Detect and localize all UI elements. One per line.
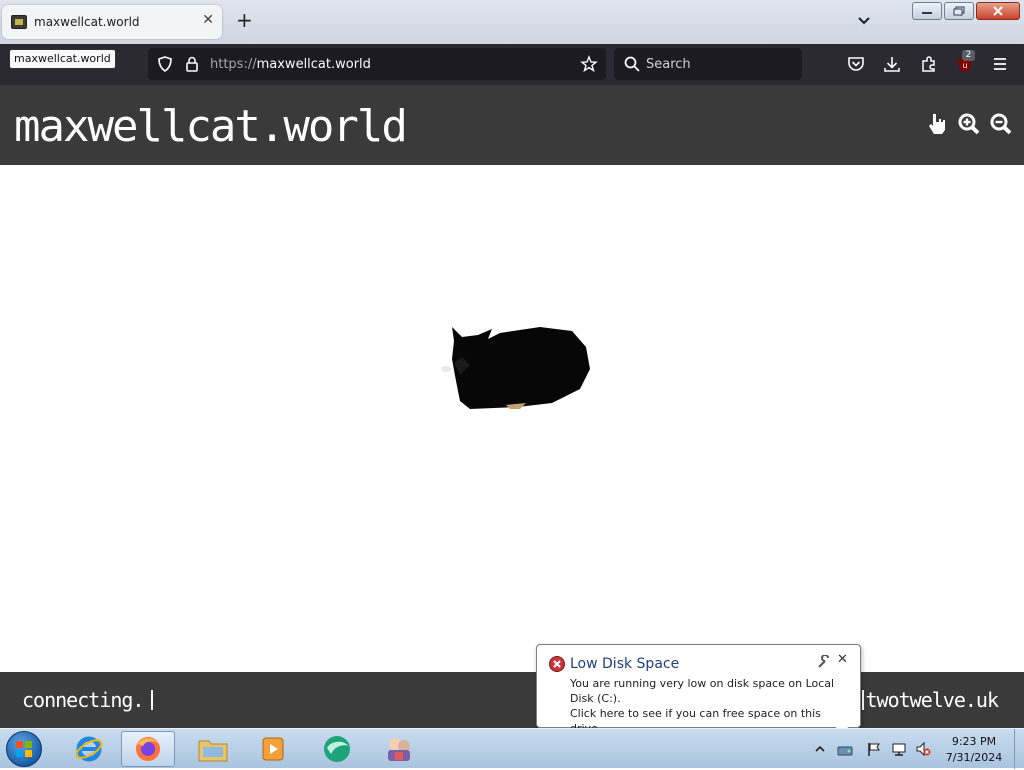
- notification-message[interactable]: You are running very low on disk space o…: [570, 676, 855, 736]
- maxwell-cat-model[interactable]: [440, 319, 592, 415]
- notification-title: Low Disk Space: [570, 656, 680, 672]
- media-player-icon: [262, 737, 284, 761]
- start-button[interactable]: [6, 731, 42, 767]
- lock-icon[interactable]: [183, 55, 201, 73]
- restore-button[interactable]: [944, 2, 974, 20]
- downloads-icon[interactable]: [883, 55, 901, 73]
- windows-logo-icon: [16, 741, 32, 757]
- site-title: maxwellcat.world: [14, 101, 408, 152]
- site-footer: connecting. twotwelve.uk: [0, 672, 1024, 728]
- search-icon: [624, 56, 640, 72]
- footer-separator: [862, 690, 864, 710]
- error-icon: [549, 656, 565, 672]
- show-desktop-button[interactable]: [1014, 729, 1024, 769]
- pocket-icon[interactable]: [847, 55, 865, 73]
- show-hidden-icons-icon[interactable]: [814, 743, 826, 755]
- menu-hamburger-icon[interactable]: [991, 55, 1009, 73]
- site-header: maxwellcat.world: [0, 85, 1024, 165]
- connection-status: connecting.: [22, 688, 144, 712]
- folder-icon: [198, 740, 228, 762]
- 3d-viewport[interactable]: [0, 165, 1024, 672]
- credit-link[interactable]: twotwelve.uk: [866, 688, 999, 712]
- url-bar[interactable]: https://maxwellcat.world: [148, 48, 606, 80]
- network-icon[interactable]: [891, 741, 907, 757]
- taskbar-file-explorer[interactable]: [186, 731, 240, 767]
- zoom-out-icon[interactable]: [989, 112, 1013, 136]
- internet-explorer-icon: [75, 736, 103, 762]
- site-favicon-icon: [11, 15, 27, 29]
- taskbar: 9:23 PM 7/31/2024: [0, 728, 1024, 769]
- clock-date: 7/31/2024: [945, 751, 1003, 764]
- browser-tab[interactable]: maxwellcat.world ✕: [2, 5, 222, 39]
- firefox-icon: [136, 737, 160, 761]
- tracking-protection-shield-icon[interactable]: [156, 55, 174, 73]
- characters-app-icon: [388, 738, 410, 761]
- tab-tooltip: maxwellcat.world: [9, 49, 116, 69]
- taskbar-firefox[interactable]: [121, 731, 175, 767]
- extension-badge: 2: [962, 50, 975, 61]
- hand-pointer-icon[interactable]: [925, 112, 949, 136]
- close-window-button[interactable]: [976, 2, 1020, 20]
- clock-time: 9:23 PM: [951, 735, 997, 748]
- system-clock[interactable]: 9:23 PM 7/31/2024: [940, 734, 1008, 766]
- bookmark-star-icon[interactable]: [580, 55, 598, 73]
- low-disk-space-notification[interactable]: Low Disk Space ✕ You are running very lo…: [536, 644, 861, 735]
- taskbar-media-player[interactable]: [246, 731, 300, 767]
- url-text[interactable]: https://maxwellcat.world: [210, 57, 371, 72]
- search-bar[interactable]: Search: [614, 48, 802, 80]
- taskbar-internet-explorer[interactable]: [62, 731, 116, 767]
- tab-title: maxwellcat.world: [34, 15, 140, 29]
- window-controls: [912, 2, 1020, 20]
- footer-separator: [151, 690, 153, 710]
- disk-warning-tray-icon[interactable]: [837, 741, 853, 757]
- notification-line: You are running very low on disk space o…: [570, 677, 835, 705]
- taskbar-app-characters[interactable]: [372, 731, 426, 767]
- zoom-in-icon[interactable]: [957, 112, 981, 136]
- notification-close-icon[interactable]: ✕: [837, 653, 848, 667]
- tab-strip: maxwellcat.world ✕ +: [0, 0, 1024, 44]
- list-all-tabs-icon[interactable]: [856, 12, 872, 28]
- green-app-icon: [324, 736, 350, 762]
- search-placeholder: Search: [646, 57, 691, 72]
- options-wrench-icon[interactable]: [817, 655, 831, 669]
- action-center-flag-icon[interactable]: [866, 741, 882, 757]
- volume-muted-icon[interactable]: [915, 741, 931, 757]
- new-tab-button[interactable]: +: [236, 10, 253, 30]
- minimize-button[interactable]: [912, 2, 942, 20]
- tab-close-icon[interactable]: ✕: [202, 13, 214, 27]
- extensions-puzzle-icon[interactable]: [920, 55, 938, 73]
- taskbar-app-green[interactable]: [310, 731, 364, 767]
- svg-text:u: u: [962, 61, 967, 70]
- navigation-toolbar: maxwellcat.world https://maxwellcat.worl…: [0, 44, 1024, 85]
